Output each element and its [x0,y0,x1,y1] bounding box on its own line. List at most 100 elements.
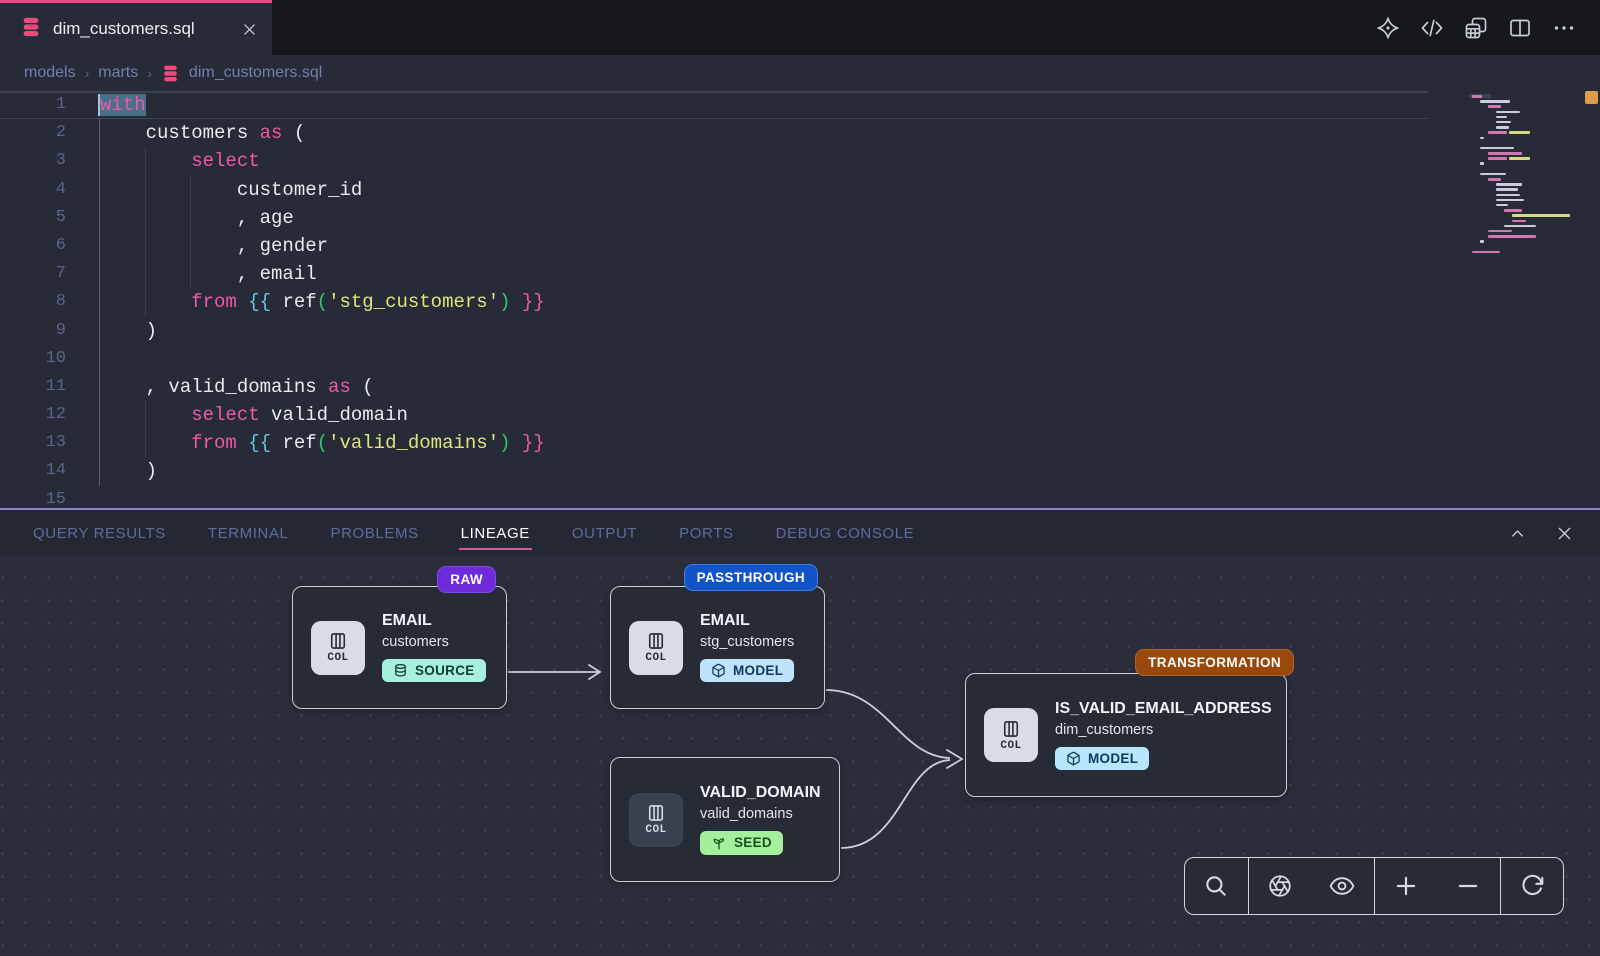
code-line[interactable]: , email [100,260,1428,288]
search-icon[interactable] [1185,858,1247,914]
lineage-canvas[interactable]: RAWCOLEMAILcustomersSOURCEPASSTHROUGHCOL… [0,556,1600,956]
line-number: 2 [0,119,66,147]
zoom-in-icon[interactable] [1375,858,1437,914]
node-table-name: stg_customers [700,634,794,650]
code-line[interactable] [100,486,1428,508]
panel-tab-query-results[interactable]: QUERY RESULTS [33,512,166,555]
code-line[interactable]: ) [100,457,1428,485]
close-tab-icon[interactable] [241,21,258,38]
node-type-pill-model: MODEL [1055,747,1149,770]
code-line[interactable]: from {{ ref('valid_domains') }} [100,429,1428,457]
line-number-gutter: 123456789101112131415 [0,91,66,508]
code-line[interactable]: , gender [100,232,1428,260]
code-token: from [191,432,237,454]
breadcrumb-segment[interactable]: dim_customers.sql [189,64,322,82]
cube-icon [1066,751,1081,766]
breadcrumb-segment[interactable]: models [24,64,76,82]
database-icon [20,16,42,43]
code-line[interactable]: select [100,147,1428,175]
lineage-node-stg_customers[interactable]: PASSTHROUGHCOLEMAILstg_customersMODEL [610,586,825,709]
line-number: 13 [0,429,66,457]
code-token: ) [100,460,157,482]
close-panel-icon[interactable] [1555,524,1574,543]
line-number: 9 [0,317,66,345]
collapse-panel-icon[interactable] [1508,524,1527,543]
code-token: 'valid_domains' [328,432,499,454]
code-token: , gender [100,235,328,257]
node-table-name: valid_domains [700,806,821,822]
panel-tab-terminal[interactable]: TERMINAL [208,512,289,555]
code-line[interactable] [100,345,1428,373]
panel-tab-lineage[interactable]: LINEAGE [461,512,530,555]
code-line[interactable]: from {{ ref('stg_customers') }} [100,288,1428,316]
panel-tab-output[interactable]: OUTPUT [572,512,637,555]
code-area[interactable]: with customers as ( select customer_id ,… [100,91,1428,508]
code-token [100,291,191,313]
node-column-name: VALID_DOMAIN [700,784,821,802]
code-token: , valid_domains [100,376,328,398]
lineage-node-customers[interactable]: RAWCOLEMAILcustomersSOURCE [292,586,507,709]
code-token: {{ [248,432,271,454]
code-line[interactable]: ) [100,317,1428,345]
node-badge-raw: RAW [437,566,496,593]
panel-tab-problems[interactable]: PROBLEMS [331,512,419,555]
code-line[interactable]: with [100,91,1428,119]
column-chip[interactable]: COL [629,621,683,675]
minimap[interactable] [1472,94,1580,255]
column-chip[interactable]: COL [629,793,683,847]
code-token: }} [522,291,545,313]
line-number: 5 [0,204,66,232]
toolbar-group [1248,858,1374,914]
selected-token: with [100,94,146,116]
code-token: 'stg_customers' [328,291,499,313]
overview-ruler[interactable] [1582,91,1600,508]
code-token [237,432,248,454]
node-column-name: IS_VALID_EMAIL_ADDRESS [1055,700,1272,718]
sprout-icon [711,835,727,851]
node-type-label: SEED [734,835,772,850]
breadcrumb-segment[interactable]: marts [98,64,138,82]
code-line[interactable]: customer_id [100,176,1428,204]
code-token: select [191,404,259,426]
overview-ruler-marker [1585,91,1598,104]
toolbar-group [1185,858,1248,914]
code-line[interactable]: select valid_domain [100,401,1428,429]
tab-dim-customers-sql[interactable]: dim_customers.sql [0,0,272,55]
panel-tab-debug-console[interactable]: DEBUG CONSOLE [776,512,915,555]
code-line[interactable]: customers as ( [100,119,1428,147]
code-line[interactable]: , age [100,204,1428,232]
lineage-node-dim_customers[interactable]: TRANSFORMATIONCOLIS_VALID_EMAIL_ADDRESSd… [965,673,1287,797]
zoom-out-icon[interactable] [1437,858,1499,914]
panel-tab-bar: QUERY RESULTS TERMINAL PROBLEMS LINEAGE OUTP… [0,510,1600,556]
line-number: 11 [0,373,66,401]
aperture-icon[interactable] [1249,858,1311,914]
line-number: 14 [0,457,66,485]
column-chip-label: COL [645,824,666,836]
line-number: 12 [0,401,66,429]
lineage-edge [826,690,950,758]
columns-icon [646,631,666,651]
code-token [100,404,191,426]
dbt-power-user-icon[interactable] [1376,16,1400,40]
lineage-node-valid_domains[interactable]: COL VALID_DOMAIN valid_domains SEED [610,757,840,882]
node-type-pill-seed: SEED [700,831,783,855]
more-actions-icon[interactable] [1552,16,1576,40]
database-icon [161,64,180,83]
code-editor[interactable]: 123456789101112131415 with customers as … [0,91,1600,508]
code-token: valid_domain [260,404,408,426]
column-chip[interactable]: COL [311,621,365,675]
code-token: ) [100,320,157,342]
query-results-icon[interactable] [1464,16,1488,40]
column-chip[interactable]: COL [984,708,1038,762]
code-line[interactable]: , valid_domains as ( [100,373,1428,401]
line-number: 7 [0,260,66,288]
compiled-code-icon[interactable] [1420,16,1444,40]
database-icon [393,663,408,678]
eye-icon[interactable] [1311,858,1373,914]
split-editor-icon[interactable] [1508,16,1532,40]
code-token: ( [317,291,328,313]
code-token: {{ [248,291,271,313]
panel-tab-ports[interactable]: PORTS [679,512,733,555]
refresh-icon[interactable] [1501,858,1563,914]
node-type-pill-model: MODEL [700,659,794,682]
